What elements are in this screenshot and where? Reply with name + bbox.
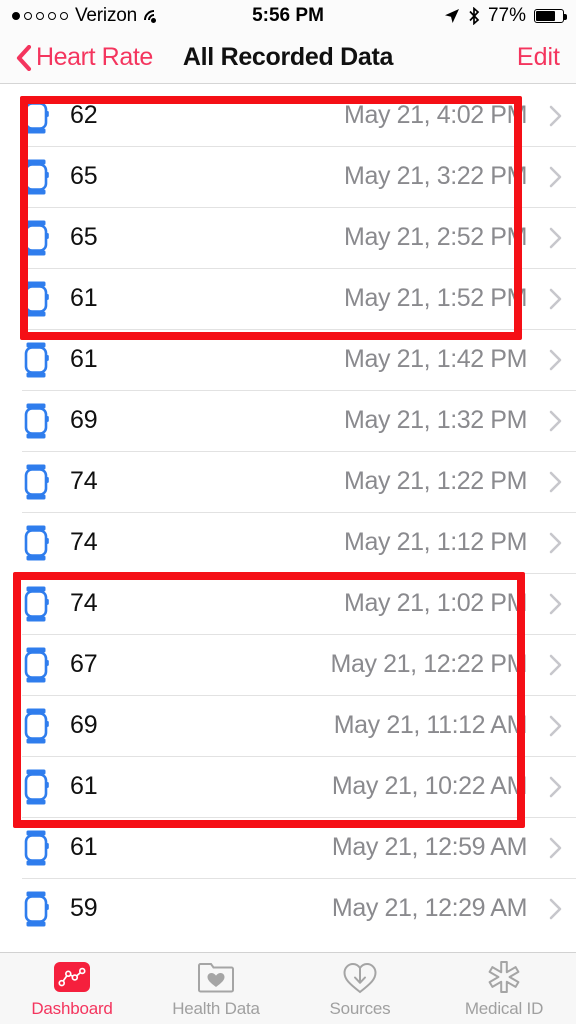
- apple-watch-icon: [24, 708, 49, 743]
- heart-rate-value: 69: [70, 406, 98, 434]
- apple-watch-icon: [24, 281, 49, 316]
- chevron-left-icon: [16, 44, 32, 71]
- table-row[interactable]: 74 May 21, 1:22 PM: [0, 451, 576, 512]
- record-timestamp: May 21, 11:12 AM: [333, 711, 528, 739]
- back-button-label: Heart Rate: [36, 43, 153, 71]
- chevron-right-icon: [549, 776, 562, 797]
- heart-rate-value: 61: [70, 345, 98, 373]
- tab-bar: Dashboard Health Data Sources Medical ID: [0, 952, 576, 1024]
- chevron-right-icon: [549, 410, 562, 431]
- tab-dashboard[interactable]: Dashboard: [0, 958, 144, 1019]
- navigation-bar: Heart Rate All Recorded Data Edit: [0, 32, 576, 84]
- heart-rate-value: 74: [70, 528, 98, 556]
- heart-rate-value: 61: [70, 772, 98, 800]
- phone-screen: Verizon 5:56 PM 77% Heart Rate All Recor…: [0, 0, 576, 1024]
- record-timestamp: May 21, 2:52 PM: [344, 223, 527, 251]
- tab-label: Health Data: [172, 999, 260, 1018]
- tab-medical-id[interactable]: Medical ID: [432, 958, 576, 1019]
- record-timestamp: May 21, 1:02 PM: [344, 589, 527, 617]
- chevron-right-icon: [549, 471, 562, 492]
- record-timestamp: May 21, 4:02 PM: [344, 101, 527, 129]
- apple-watch-icon: [24, 220, 49, 255]
- chevron-right-icon: [549, 593, 562, 614]
- tab-label: Dashboard: [31, 999, 113, 1018]
- chevron-right-icon: [549, 715, 562, 736]
- heart-rate-value: 62: [70, 101, 98, 129]
- chevron-right-icon: [549, 349, 562, 370]
- tab-sources[interactable]: Sources: [288, 958, 432, 1019]
- apple-watch-icon: [24, 769, 49, 804]
- heart-rate-value: 61: [70, 833, 98, 861]
- apple-watch-icon: [24, 98, 49, 133]
- heart-rate-value: 61: [70, 284, 98, 312]
- record-timestamp: May 21, 12:59 AM: [331, 833, 528, 861]
- apple-watch-icon: [24, 830, 49, 865]
- table-row[interactable]: 67 May 21, 12:22 PM: [0, 634, 576, 695]
- table-row[interactable]: 61 May 21, 1:52 PM: [0, 268, 576, 329]
- chevron-right-icon: [549, 166, 562, 187]
- apple-watch-icon: [24, 647, 49, 682]
- record-timestamp: May 21, 12:22 PM: [330, 650, 528, 678]
- chevron-right-icon: [549, 288, 562, 309]
- apple-watch-icon: [24, 525, 49, 560]
- dashboard-chart-icon: [54, 958, 90, 996]
- dashboard-chart-icon: [54, 962, 90, 992]
- table-row[interactable]: 69 May 21, 11:12 AM: [0, 695, 576, 756]
- chevron-right-icon: [549, 654, 562, 675]
- folder-heart-icon: [198, 962, 234, 992]
- table-row[interactable]: 65 May 21, 3:22 PM: [0, 146, 576, 207]
- apple-watch-icon: [24, 586, 49, 621]
- table-row[interactable]: 65 May 21, 2:52 PM: [0, 207, 576, 268]
- battery-icon: [534, 9, 567, 23]
- apple-watch-icon: [24, 403, 49, 438]
- chevron-right-icon: [549, 105, 562, 126]
- record-timestamp: May 21, 1:12 PM: [344, 528, 527, 556]
- heart-rate-value: 59: [70, 894, 98, 922]
- record-timestamp: May 21, 10:22 AM: [331, 772, 528, 800]
- tab-label: Medical ID: [464, 999, 544, 1018]
- tab-health-data[interactable]: Health Data: [144, 958, 288, 1019]
- table-row[interactable]: 62 May 21, 4:02 PM: [0, 85, 576, 146]
- apple-watch-icon: [24, 342, 49, 377]
- edit-button[interactable]: Edit: [517, 43, 560, 72]
- record-timestamp: May 21, 3:22 PM: [344, 162, 527, 190]
- chevron-right-icon: [549, 837, 562, 858]
- apple-watch-icon: [24, 891, 49, 926]
- recorded-data-list[interactable]: 62 May 21, 4:02 PM 65 May 21, 3:22 PM 65 Ma…: [0, 85, 576, 952]
- table-row[interactable]: 74 May 21, 1:02 PM: [0, 573, 576, 634]
- heart-rate-value: 65: [70, 162, 98, 190]
- heart-rate-value: 74: [70, 467, 98, 495]
- back-button[interactable]: Heart Rate: [16, 43, 153, 72]
- tab-label: Sources: [329, 999, 391, 1018]
- chevron-right-icon: [549, 898, 562, 919]
- table-row[interactable]: 61 May 21, 12:59 AM: [0, 817, 576, 878]
- medical-asterisk-icon: [488, 961, 520, 993]
- apple-watch-icon: [24, 159, 49, 194]
- heart-download-icon: [342, 958, 378, 996]
- heart-rate-value: 65: [70, 223, 98, 251]
- table-row[interactable]: 74 May 21, 1:12 PM: [0, 512, 576, 573]
- status-bar: Verizon 5:56 PM 77%: [0, 0, 576, 34]
- heart-rate-value: 67: [70, 650, 98, 678]
- record-timestamp: May 21, 1:32 PM: [344, 406, 527, 434]
- chevron-right-icon: [549, 227, 562, 248]
- medical-asterisk-icon: [487, 958, 521, 996]
- heart-download-icon: [343, 962, 377, 993]
- chevron-right-icon: [549, 532, 562, 553]
- record-timestamp: May 21, 1:42 PM: [344, 345, 527, 373]
- table-row[interactable]: 61 May 21, 1:42 PM: [0, 329, 576, 390]
- table-row[interactable]: 59 May 21, 12:29 AM: [0, 878, 576, 939]
- record-timestamp: May 21, 1:52 PM: [344, 284, 527, 312]
- status-bar-clock: 5:56 PM: [252, 5, 324, 26]
- apple-watch-icon: [24, 464, 49, 499]
- record-timestamp: May 21, 12:29 AM: [331, 894, 528, 922]
- table-row[interactable]: 69 May 21, 1:32 PM: [0, 390, 576, 451]
- heart-rate-value: 74: [70, 589, 98, 617]
- heart-rate-value: 69: [70, 711, 98, 739]
- table-row[interactable]: 61 May 21, 10:22 AM: [0, 756, 576, 817]
- record-timestamp: May 21, 1:22 PM: [344, 467, 527, 495]
- folder-heart-icon: [197, 958, 235, 996]
